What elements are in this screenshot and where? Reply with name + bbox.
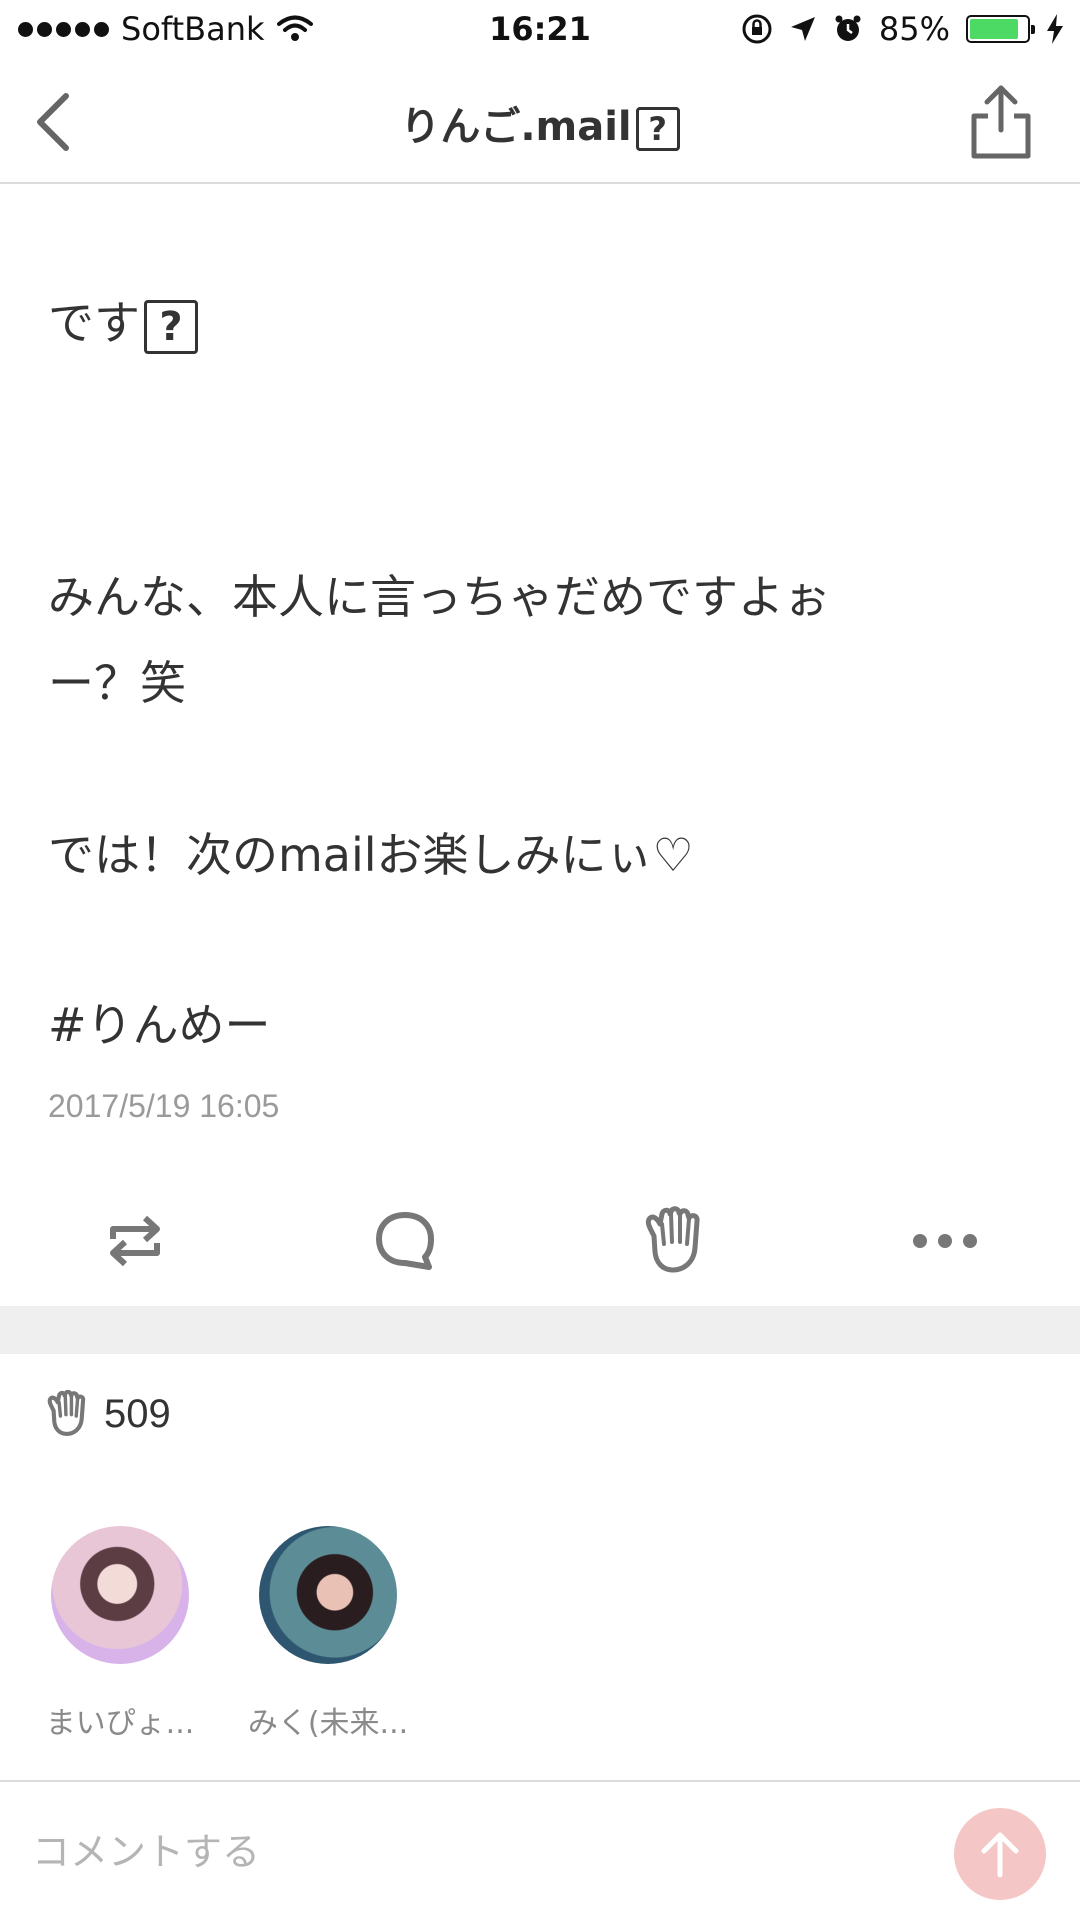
- comment-bar: [0, 1780, 1080, 1920]
- post-line: ー？笑: [48, 656, 186, 710]
- hashtag-link[interactable]: #りんめー: [48, 982, 1008, 1068]
- alarm-icon: [835, 15, 861, 41]
- unknown-glyph-box: ?: [635, 107, 680, 151]
- post-body: です? みんな、本人に言っちゃだめですよぉ ー？笑 では！次のmailお楽しみに…: [48, 280, 1008, 1068]
- post-line-text: です: [48, 296, 140, 350]
- clap-hand-icon: [645, 1206, 700, 1273]
- post-timestamp: 2017/5/19 16:05: [48, 1088, 280, 1124]
- page-title-text: りんご.mail: [400, 104, 632, 150]
- location-arrow-icon: [790, 17, 815, 41]
- clapped-user[interactable]: まいぴょ...: [30, 1526, 210, 1742]
- user-name: まいぴょ...: [45, 1706, 195, 1741]
- post-line: みんな、本人に言っちゃだめですよぉ: [48, 570, 830, 624]
- rotation-lock-icon: [742, 14, 772, 44]
- clapped-user[interactable]: みく(未来...: [238, 1526, 418, 1742]
- more-dots-icon: [913, 1234, 977, 1248]
- status-bar: SoftBank 16:21 85%: [0, 0, 1080, 60]
- send-button[interactable]: [954, 1808, 1046, 1900]
- battery-percent: 85%: [878, 10, 950, 48]
- charging-bolt-icon: [1047, 14, 1063, 44]
- comment-input[interactable]: [32, 1812, 912, 1892]
- clap-button[interactable]: [630, 1196, 720, 1286]
- comment-bubble-icon: [376, 1212, 434, 1270]
- post-line: です?: [48, 280, 1008, 366]
- repost-icon: [110, 1215, 160, 1267]
- user-name: みく(未来...: [247, 1706, 409, 1741]
- post-line: では！次のmailお楽しみにぃ♡: [48, 828, 694, 882]
- section-divider: [0, 1306, 1080, 1354]
- comment-button[interactable]: [360, 1196, 450, 1286]
- unknown-glyph-box: ?: [144, 299, 198, 354]
- repost-button[interactable]: [90, 1196, 180, 1286]
- share-icon: [971, 85, 1031, 159]
- nav-bar: りんご.mail?: [0, 60, 1080, 184]
- battery-icon: [966, 15, 1035, 43]
- page-title: りんご.mail?: [0, 94, 1080, 152]
- share-button[interactable]: [968, 84, 1034, 160]
- clap-count-row[interactable]: 509: [44, 1390, 171, 1438]
- action-bar: [0, 1196, 1080, 1286]
- avatar: [51, 1526, 189, 1664]
- more-options-button[interactable]: [900, 1196, 990, 1286]
- clap-count: 509: [104, 1391, 171, 1436]
- battery-fill: [970, 19, 1018, 39]
- avatar: [259, 1526, 397, 1664]
- clap-hand-icon: [47, 1390, 86, 1436]
- arrow-up-icon: [981, 1832, 1019, 1878]
- status-right: 85%: [741, 10, 1064, 48]
